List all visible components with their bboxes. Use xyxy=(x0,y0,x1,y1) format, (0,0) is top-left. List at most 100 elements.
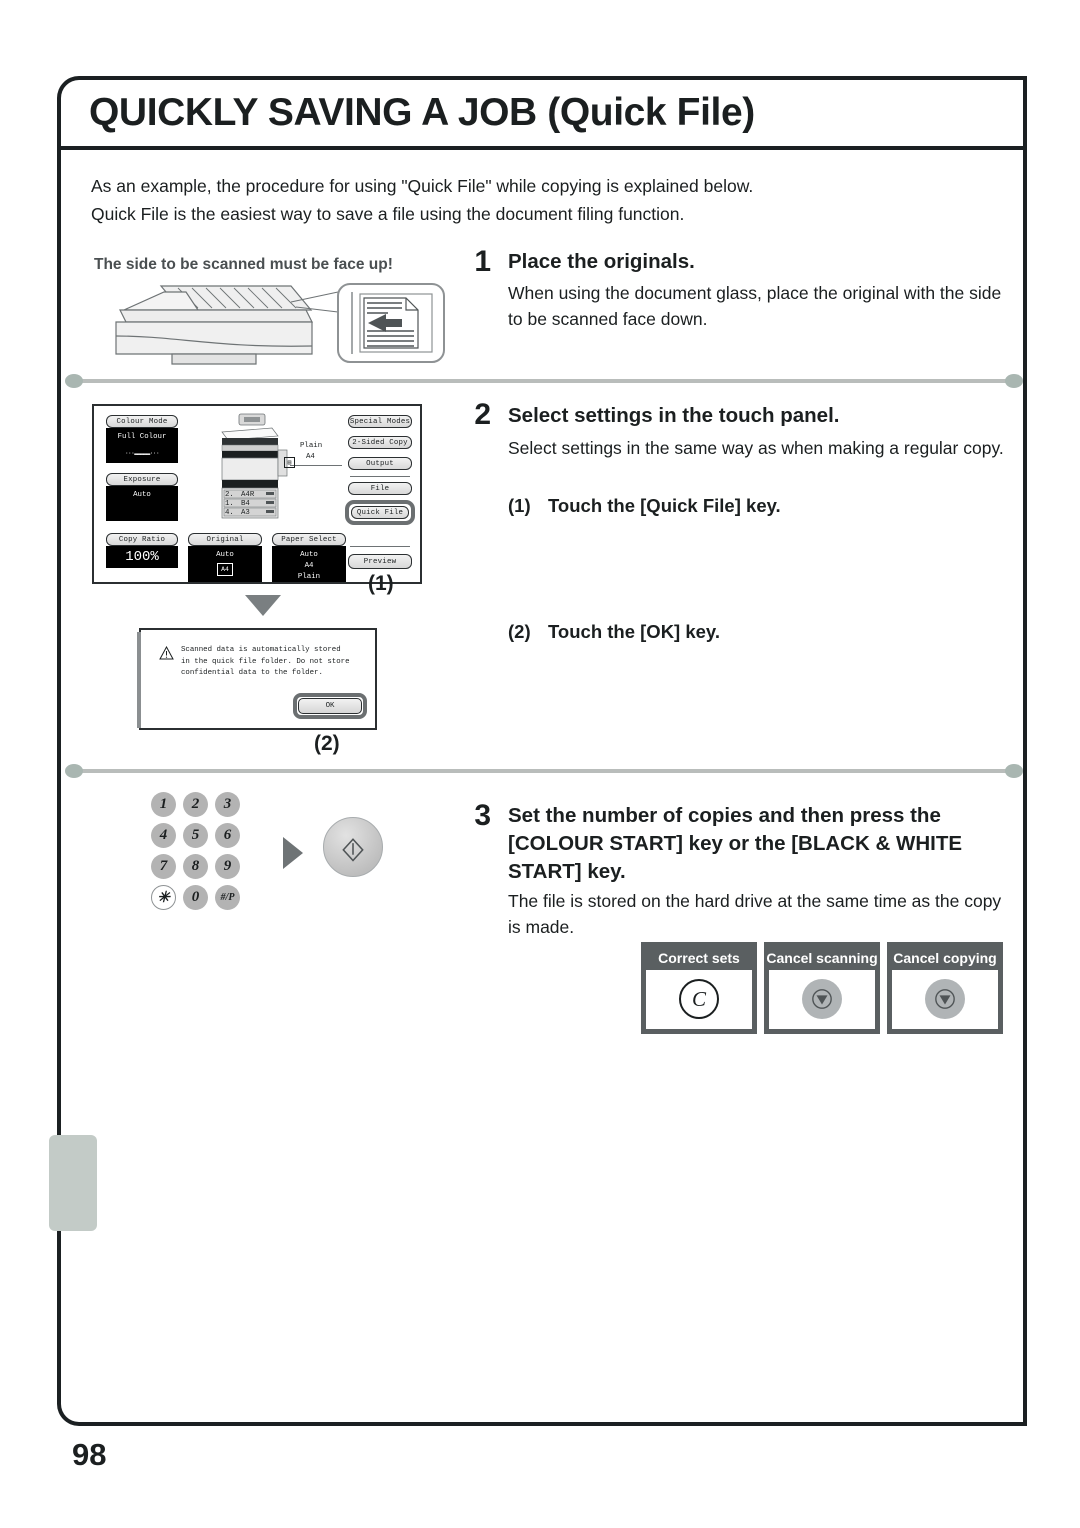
intro-paragraph: As an example, the procedure for using "… xyxy=(91,172,991,228)
panel-key-copy-ratio[interactable]: Copy Ratio xyxy=(106,533,178,546)
step-1-number: 1 xyxy=(474,245,491,278)
paper-callout-line xyxy=(290,465,342,467)
panel-value-original-size: A4 xyxy=(217,563,233,576)
panel-value-copy-ratio-text: 100% xyxy=(125,549,159,565)
step-3-heading-line-3: START] key. xyxy=(508,860,626,883)
keypad-key-5[interactable]: 5 xyxy=(183,823,208,848)
copy-touch-panel-screenshot: Colour Mode Full Colour ···▬▬▬▬▬··· Expo… xyxy=(92,404,422,584)
machine-paper-type: Plain xyxy=(300,442,323,450)
keypad-key-asterisk[interactable]: ✳ xyxy=(151,885,176,910)
keypad-key-8[interactable]: 8 xyxy=(183,854,208,879)
start-key-illustration[interactable] xyxy=(323,817,383,877)
step-2-substep-1: (1) Touch the [Quick File] key. xyxy=(508,493,781,519)
step-2-number: 2 xyxy=(474,398,491,431)
keypad-key-6[interactable]: 6 xyxy=(215,823,240,848)
panel-key-special-modes[interactable]: Special Modes xyxy=(348,415,412,428)
step-2-substep-2-marker: (2) xyxy=(508,621,531,642)
callout-label-1: (1) xyxy=(368,572,394,595)
panel-key-2-sided-copy-label: 2-Sided Copy xyxy=(352,438,408,447)
keypad-key-4[interactable]: 4 xyxy=(151,823,176,848)
section-separator-2 xyxy=(65,764,1023,778)
callout-label-2: (2) xyxy=(314,732,340,755)
keypad-key-hash-p[interactable]: #/P xyxy=(215,885,240,910)
tray-row-3-size: A3 xyxy=(241,509,250,517)
flow-down-arrow-icon xyxy=(245,595,281,616)
intro-line-1: As an example, the procedure for using "… xyxy=(91,176,754,196)
cancel-copying-body xyxy=(892,970,998,1028)
cancel-scanning-title: Cancel scanning xyxy=(766,946,878,970)
alert-message-line-1: Scanned data is automatically stored xyxy=(181,646,341,654)
exposure-scale-icon: ···▬▬▬▬▬··· xyxy=(124,450,160,457)
panel-value-exposure-text: Auto xyxy=(133,491,151,499)
keypad-key-0[interactable]: 0 xyxy=(183,885,208,910)
panel-key-file-label: File xyxy=(370,484,390,493)
panel-key-original[interactable]: Original xyxy=(188,533,262,546)
keypad-key-3[interactable]: 3 xyxy=(215,792,240,817)
step-2-body: Select settings in the same way as when … xyxy=(508,438,1004,458)
correct-sets-title: Correct sets xyxy=(645,946,753,970)
panel-key-colour-mode[interactable]: Colour Mode xyxy=(106,415,178,428)
numeric-keypad-illustration: 1 2 3 4 5 6 7 8 9 ✳ 0 #/P xyxy=(151,792,271,910)
panel-value-original: Auto A4 xyxy=(188,546,262,582)
tray-row-1-no: 2. xyxy=(225,491,234,499)
panel-key-exposure[interactable]: Exposure xyxy=(106,473,178,486)
cancel-scanning-body xyxy=(769,970,875,1028)
dialog-ok-button[interactable]: OK xyxy=(298,698,362,714)
step-1-heading: Place the originals. xyxy=(508,250,695,273)
step-1-body: When using the document glass, place the… xyxy=(508,283,1002,329)
panel-key-2-sided-copy[interactable]: 2-Sided Copy xyxy=(348,436,412,449)
panel-value-paper-size: A4 xyxy=(304,562,314,570)
cancel-scanning-panel[interactable]: Cancel scanning xyxy=(764,942,880,1034)
step-2-substep-1-marker: (1) xyxy=(508,495,531,516)
panel-key-file[interactable]: File xyxy=(348,482,412,495)
clear-c-icon: C xyxy=(679,979,719,1019)
bypass-tray-icon: ▤ xyxy=(284,457,295,468)
step-3-body: The file is stored on the hard drive at … xyxy=(508,891,1002,937)
step-3-heading-line-1: Set the number of copies and then press … xyxy=(508,804,941,827)
correct-sets-panel[interactable]: Correct sets C xyxy=(641,942,757,1034)
panel-value-paper-auto: Auto xyxy=(300,551,318,559)
panel-value-paper-select: Auto A4 Plain xyxy=(272,546,346,582)
panel-key-output[interactable]: Output xyxy=(348,457,412,470)
stop-icon xyxy=(802,979,842,1019)
face-up-caption: The side to be scanned must be face up! xyxy=(94,256,393,273)
keypad-key-2[interactable]: 2 xyxy=(183,792,208,817)
tray-row-2-no: 1. xyxy=(225,500,234,508)
keypad-key-9[interactable]: 9 xyxy=(215,854,240,879)
page-number: 98 xyxy=(72,1437,107,1472)
keypad-key-7[interactable]: 7 xyxy=(151,854,176,879)
keypad-key-1[interactable]: 1 xyxy=(151,792,176,817)
panel-value-copy-ratio: 100% xyxy=(106,546,178,568)
panel-divider-upper xyxy=(350,476,410,478)
quick-file-alert-dialog: Scanned data is automatically stored in … xyxy=(137,628,377,730)
stop-icon xyxy=(925,979,965,1019)
panel-key-preview[interactable]: Preview xyxy=(348,554,412,569)
panel-divider-lower xyxy=(350,546,410,548)
step-2-substep-1-text: Touch the [Quick File] key. xyxy=(548,495,781,516)
tray-row-2-size: B4 xyxy=(241,500,250,508)
dialog-edge-bar xyxy=(137,632,141,728)
tray-row-1-size: A4R xyxy=(241,491,255,499)
panel-key-copy-ratio-label: Copy Ratio xyxy=(118,535,166,544)
correct-sets-body: C xyxy=(646,970,752,1028)
page-title: QUICKLY SAVING A JOB (Quick File) xyxy=(89,91,755,134)
alert-message-line-3: confidential data to the folder. xyxy=(181,669,323,677)
step-3-number: 3 xyxy=(474,799,491,832)
step-3-heading-line-2: [COLOUR START] key or the [BLACK & WHITE xyxy=(508,832,963,855)
section-separator-1 xyxy=(65,374,1023,388)
panel-key-exposure-label: Exposure xyxy=(123,475,161,484)
panel-key-output-label: Output xyxy=(366,459,394,468)
cancel-copying-panel[interactable]: Cancel copying xyxy=(887,942,1003,1034)
panel-value-colour-mode: Full Colour ···▬▬▬▬▬··· xyxy=(106,428,178,463)
dialog-ok-label: OK xyxy=(325,702,335,710)
step-2-substep-2-text: Touch the [OK] key. xyxy=(548,621,720,642)
panel-value-exposure: Auto xyxy=(106,486,178,521)
keypad-flow-arrow-icon xyxy=(283,837,303,869)
side-index-tab xyxy=(49,1135,97,1231)
panel-key-paper-select-label: Paper Select xyxy=(281,535,337,544)
alert-message: Scanned data is automatically stored in … xyxy=(181,645,350,680)
panel-key-paper-select[interactable]: Paper Select xyxy=(272,533,346,546)
step-3-heading: Set the number of copies and then press … xyxy=(508,802,1018,886)
panel-value-original-auto: Auto xyxy=(216,551,234,559)
manual-page-frame: QUICKLY SAVING A JOB (Quick File) As an … xyxy=(49,76,1027,1426)
